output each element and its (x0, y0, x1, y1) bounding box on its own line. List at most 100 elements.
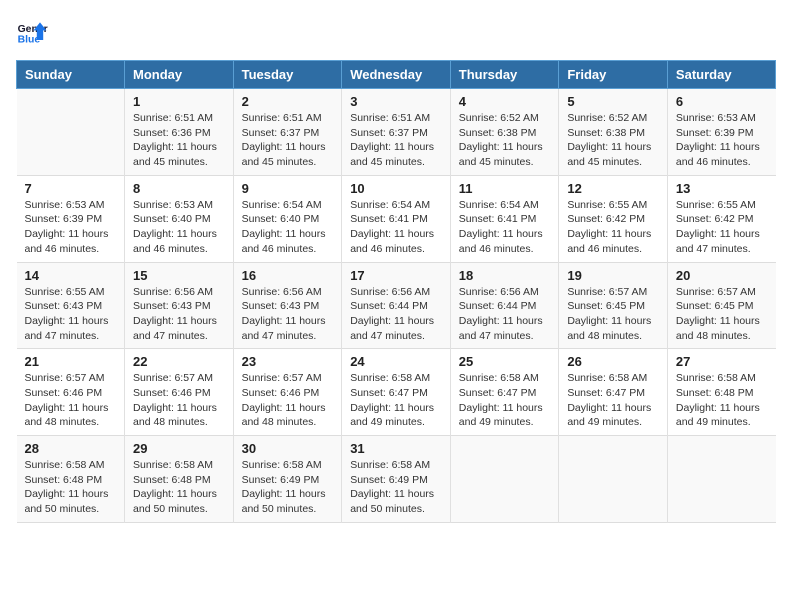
daylight-text-2: and 46 minutes. (242, 243, 317, 255)
daylight-text: Daylight: 11 hours (25, 228, 109, 240)
sunset-text: Sunset: 6:47 PM (350, 387, 428, 399)
sunset-text: Sunset: 6:44 PM (459, 300, 537, 312)
daylight-text: Daylight: 11 hours (242, 402, 326, 414)
daylight-text: Daylight: 11 hours (676, 228, 760, 240)
sunset-text: Sunset: 6:46 PM (25, 387, 103, 399)
sunset-text: Sunset: 6:49 PM (242, 474, 320, 486)
sunset-text: Sunset: 6:44 PM (350, 300, 428, 312)
logo: General Blue (16, 16, 52, 48)
day-number: 2 (242, 94, 334, 109)
daylight-text-2: and 45 minutes. (459, 156, 534, 168)
daylight-text: Daylight: 11 hours (459, 228, 543, 240)
weekday-header-saturday: Saturday (667, 61, 775, 89)
daylight-text: Daylight: 11 hours (676, 315, 760, 327)
calendar-cell: 19Sunrise: 6:57 AMSunset: 6:45 PMDayligh… (559, 262, 668, 349)
sunrise-text: Sunrise: 6:57 AM (676, 286, 756, 298)
day-number: 23 (242, 354, 334, 369)
day-info: Sunrise: 6:58 AMSunset: 6:49 PMDaylight:… (242, 458, 334, 517)
sunrise-text: Sunrise: 6:56 AM (133, 286, 213, 298)
sunset-text: Sunset: 6:45 PM (676, 300, 754, 312)
calendar-cell: 4Sunrise: 6:52 AMSunset: 6:38 PMDaylight… (450, 89, 559, 176)
daylight-text: Daylight: 11 hours (242, 141, 326, 153)
day-info: Sunrise: 6:57 AM Sunset: 6:46 PM Daylight:… (242, 371, 334, 430)
sunset-text: Sunset: 6:48 PM (25, 474, 103, 486)
daylight-text-2: and 46 minutes. (567, 243, 642, 255)
day-number: 10 (350, 181, 442, 196)
calendar-cell (450, 436, 559, 523)
daylight-text: Daylight: 11 hours (350, 315, 434, 327)
daylight-text: Daylight: 11 hours (133, 402, 217, 414)
sunset-text: Sunset: 6:40 PM (242, 213, 320, 225)
day-number: 30 (242, 441, 334, 456)
day-number: 3 (350, 94, 442, 109)
daylight-text: Daylight: 11 hours (350, 228, 434, 240)
day-info: Sunrise: 6:55 AMSunset: 6:42 PMDaylight:… (567, 198, 659, 257)
sunrise-text: Sunrise: 6:56 AM (350, 286, 430, 298)
day-info: Sunrise: 6:53 AMSunset: 6:40 PMDaylight:… (133, 198, 225, 257)
sunset-text: Sunset: 6:39 PM (676, 127, 754, 139)
day-info: Sunrise: 6:58 AMSunset: 6:48 PMDaylight:… (25, 458, 117, 517)
calendar-cell: 13Sunrise: 6:55 AMSunset: 6:42 PMDayligh… (667, 175, 775, 262)
sunrise-text: Sunrise: 6:57 AM (242, 372, 322, 384)
sunset-text: Sunset: 6:43 PM (25, 300, 103, 312)
day-number: 20 (676, 268, 768, 283)
daylight-text-2: and 50 minutes. (350, 503, 425, 515)
sunset-text: Sunset: 6:46 PM (242, 387, 320, 399)
calendar-cell: 14Sunrise: 6:55 AMSunset: 6:43 PMDayligh… (17, 262, 125, 349)
day-number: 22 (133, 354, 225, 369)
daylight-text: Daylight: 11 hours (242, 228, 326, 240)
daylight-text: Daylight: 11 hours (133, 228, 217, 240)
day-info: Sunrise: 6:52 AMSunset: 6:38 PMDaylight:… (567, 111, 659, 170)
calendar-cell: 17Sunrise: 6:56 AMSunset: 6:44 PMDayligh… (342, 262, 451, 349)
daylight-text-2: and 45 minutes. (133, 156, 208, 168)
day-number: 21 (25, 354, 117, 369)
sunset-text: Sunset: 6:37 PM (350, 127, 428, 139)
sunrise-text: Sunrise: 6:51 AM (133, 112, 213, 124)
day-info: Sunrise: 6:58 AMSunset: 6:47 PMDaylight:… (350, 371, 442, 430)
calendar-cell: 12Sunrise: 6:55 AMSunset: 6:42 PMDayligh… (559, 175, 668, 262)
page-header: General Blue (16, 16, 776, 48)
weekday-header-monday: Monday (125, 61, 234, 89)
sunrise-text: Sunrise: 6:55 AM (676, 199, 756, 211)
calendar-cell (667, 436, 775, 523)
daylight-text-2: and 45 minutes. (350, 156, 425, 168)
daylight-text-2: and 50 minutes. (133, 503, 208, 515)
calendar-cell: 25Sunrise: 6:58 AMSunset: 6:47 PMDayligh… (450, 349, 559, 436)
day-info: Sunrise: 6:57 AMSunset: 6:45 PMDaylight:… (567, 285, 659, 344)
calendar-week-3: 14Sunrise: 6:55 AMSunset: 6:43 PMDayligh… (17, 262, 776, 349)
day-info: Sunrise: 6:57 AM Sunset: 6:45 PM Daylight:… (676, 285, 768, 344)
weekday-header-wednesday: Wednesday (342, 61, 451, 89)
day-info: Sunrise: 6:56 AMSunset: 6:44 PMDaylight:… (459, 285, 551, 344)
sunrise-text: Sunrise: 6:58 AM (459, 372, 539, 384)
day-number: 31 (350, 441, 442, 456)
sunset-text: Sunset: 6:45 PM (567, 300, 645, 312)
daylight-text-2: and 47 minutes. (350, 330, 425, 342)
day-info: Sunrise: 6:56 AMSunset: 6:43 PMDaylight:… (242, 285, 334, 344)
day-info: Sunrise: 6:55 AMSunset: 6:42 PMDaylight:… (676, 198, 768, 257)
weekday-header-thursday: Thursday (450, 61, 559, 89)
sunset-text: Sunset: 6:48 PM (676, 387, 754, 399)
daylight-text-2: and 45 minutes. (567, 156, 642, 168)
daylight-text-2: and 48 minutes. (676, 330, 751, 342)
daylight-text-2: and 49 minutes. (350, 416, 425, 428)
calendar-cell: 6Sunrise: 6:53 AMSunset: 6:39 PMDaylight… (667, 89, 775, 176)
sunrise-text: Sunrise: 6:52 AM (567, 112, 647, 124)
sunrise-text: Sunrise: 6:58 AM (242, 459, 322, 471)
day-info: Sunrise: 6:54 AMSunset: 6:40 PMDaylight:… (242, 198, 334, 257)
daylight-text: Daylight: 11 hours (676, 141, 760, 153)
weekday-header-sunday: Sunday (17, 61, 125, 89)
sunrise-text: Sunrise: 6:51 AM (242, 112, 322, 124)
calendar-cell: 16Sunrise: 6:56 AMSunset: 6:43 PMDayligh… (233, 262, 342, 349)
weekday-header-friday: Friday (559, 61, 668, 89)
daylight-text: Daylight: 11 hours (567, 228, 651, 240)
calendar-cell: 3Sunrise: 6:51 AMSunset: 6:37 PMDaylight… (342, 89, 451, 176)
daylight-text-2: and 48 minutes. (25, 416, 100, 428)
daylight-text-2: and 50 minutes. (242, 503, 317, 515)
sunrise-text: Sunrise: 6:53 AM (133, 199, 213, 211)
sunset-text: Sunset: 6:46 PM (133, 387, 211, 399)
sunrise-text: Sunrise: 6:55 AM (25, 286, 105, 298)
day-number: 5 (567, 94, 659, 109)
sunrise-text: Sunrise: 6:52 AM (459, 112, 539, 124)
daylight-text-2: and 49 minutes. (459, 416, 534, 428)
daylight-text: Daylight: 11 hours (676, 402, 760, 414)
